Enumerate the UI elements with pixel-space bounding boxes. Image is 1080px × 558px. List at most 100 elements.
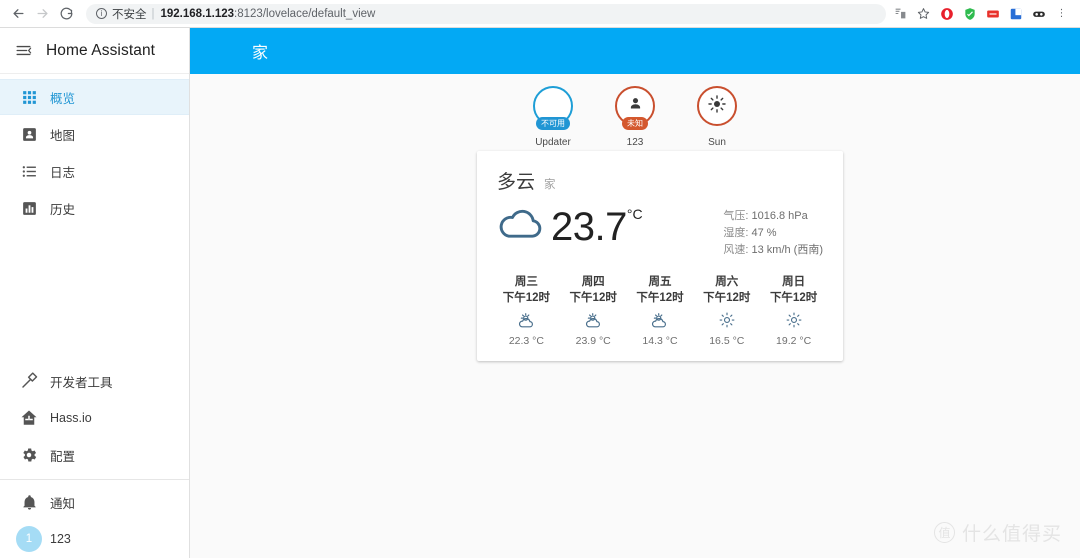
bookmark-star-icon[interactable]	[915, 5, 932, 22]
temperature-value: 23.7	[551, 204, 627, 249]
cloud-icon	[495, 204, 547, 249]
hammer-icon	[12, 372, 46, 390]
sunny-icon	[785, 310, 803, 330]
forecast-day: 周六	[715, 276, 739, 289]
extension-blue-icon[interactable]	[1007, 5, 1024, 22]
weather-card-main: 23.7 °C 气压: 1016.8 hPa 湿度: 47 % 风速: 13 k…	[493, 204, 827, 259]
view-title: 家	[252, 45, 269, 62]
app-bar: 家	[190, 28, 1080, 74]
forecast-item: 周三 下午12时 22.3 °C	[493, 275, 560, 347]
url-host: 192.168.1.123	[160, 7, 235, 20]
badge-sun[interactable]: Sun	[686, 86, 748, 148]
sidebar-item-label: Hass.io	[50, 411, 92, 425]
badge-label: Sun	[708, 137, 726, 148]
browser-menu-icon[interactable]: ⋮	[1053, 5, 1070, 22]
translate-icon[interactable]	[892, 5, 909, 22]
sidebar-item-label: 配置	[50, 449, 76, 464]
sidebar-item-label: 地图	[50, 128, 76, 143]
forecast-temp: 19.2 °C	[776, 335, 812, 348]
history-chart-icon	[12, 200, 46, 217]
forecast-day: 周日	[782, 276, 806, 289]
sidebar-item-label: 日志	[50, 165, 76, 180]
site-info-icon[interactable]: i	[96, 8, 107, 19]
sidebar-item-user[interactable]: 1 123	[0, 521, 189, 557]
sidebar-nav: 概览 地图 日志 历史	[0, 74, 189, 227]
sidebar-item-label: 开发者工具	[50, 375, 113, 390]
sidebar-item-label: 历史	[50, 202, 76, 217]
weather-condition: 多云	[497, 172, 536, 193]
app-title: Home Assistant	[46, 41, 156, 59]
sidebar-item-configuration[interactable]: 配置	[0, 437, 189, 473]
attribute-key: 气压	[723, 210, 746, 222]
badge-label: 123	[626, 137, 644, 148]
sidebar-item-map[interactable]: 地图	[0, 116, 189, 152]
partly-cloudy-icon	[584, 310, 603, 330]
sidebar-item-history[interactable]: 历史	[0, 190, 189, 226]
sidebar-bottom-nav: 开发者工具 Hass.io 配置 通知 1 123	[0, 362, 189, 558]
attribute-value: 47 %	[751, 227, 777, 240]
temperature-unit: °C	[626, 205, 643, 222]
sidebar-item-hassio[interactable]: Hass.io	[0, 400, 189, 436]
badge-row: 不可用 Updater 未知 123 Sun	[190, 74, 1080, 148]
sidebar-item-label: 概览	[50, 91, 76, 106]
weather-attributes: 气压: 1016.8 hPa 湿度: 47 % 风速: 13 km/h (西南)	[723, 204, 827, 259]
back-button[interactable]	[6, 2, 30, 26]
main-content: 家 不可用 Updater 未知 123 Sun 多云 家 23.7 °C 气压…	[190, 28, 1080, 558]
logbook-list-icon	[12, 163, 46, 180]
forecast-time: 下午12时	[569, 291, 617, 304]
badge-state: 不可用	[536, 117, 570, 130]
sidebar-item-notifications[interactable]: 通知	[0, 484, 189, 520]
hamburger-collapse-icon[interactable]	[0, 41, 46, 60]
badge-circle	[697, 86, 737, 126]
extension-red-icon[interactable]	[984, 5, 1001, 22]
forecast-day: 周三	[514, 276, 538, 289]
app-frame: Home Assistant 概览 地图 日志 历史 开发者工具 Hass.io…	[0, 28, 1080, 558]
weather-card[interactable]: 多云 家 23.7 °C 气压: 1016.8 hPa 湿度: 47 % 风速:…	[477, 151, 843, 362]
weather-card-header: 多云 家	[493, 167, 827, 194]
attribute-row: 气压: 1016.8 hPa	[723, 208, 823, 225]
forecast-temp: 23.9 °C	[575, 335, 611, 348]
weather-location: 家	[544, 179, 556, 191]
sidebar-item-overview[interactable]: 概览	[0, 79, 189, 115]
sidebar-header: Home Assistant	[0, 28, 189, 74]
sidebar-divider	[0, 479, 189, 480]
url-path: :8123/lovelace/default_view	[234, 7, 376, 20]
temperature-block: 23.7 °C	[493, 204, 643, 249]
insecure-label: 不安全	[112, 8, 147, 21]
sidebar: Home Assistant 概览 地图 日志 历史 开发者工具 Hass.io…	[0, 28, 190, 558]
forecast-time: 下午12时	[769, 291, 818, 304]
badge-label: Updater	[535, 137, 571, 148]
forecast-temp: 22.3 °C	[508, 335, 544, 348]
watermark-text: 什么值得买	[961, 524, 1062, 545]
forward-button[interactable]	[30, 2, 54, 26]
forecast-day: 周五	[648, 276, 672, 289]
badge-updater[interactable]: 不可用 Updater	[522, 86, 584, 148]
extension-dark-icon[interactable]	[1030, 5, 1047, 22]
forecast-item: 周五 下午12时 14.3 °C	[627, 275, 694, 347]
badge-person-123[interactable]: 未知 123	[604, 86, 666, 148]
reload-button[interactable]	[54, 2, 78, 26]
forecast-item: 周四 下午12时 23.9 °C	[560, 275, 627, 347]
attribute-key: 风速	[723, 244, 746, 257]
sidebar-user-label: 123	[50, 532, 71, 546]
extension-shield-icon[interactable]	[961, 5, 978, 22]
forecast-item: 周日 下午12时 19.2 °C	[760, 275, 827, 347]
address-bar[interactable]: i 不安全 | 192.168.1.123:8123/lovelace/defa…	[86, 3, 886, 24]
partly-cloudy-icon	[517, 310, 536, 330]
person-icon	[627, 95, 644, 117]
map-person-icon	[12, 126, 46, 143]
forecast-item: 周六 下午12时 16.5 °C	[693, 275, 760, 347]
extension-opera-icon[interactable]	[938, 5, 955, 22]
sidebar-item-logbook[interactable]: 日志	[0, 153, 189, 189]
watermark: 值 什么值得买	[933, 519, 1062, 546]
partly-cloudy-icon	[650, 310, 669, 330]
weather-forecast: 周三 下午12时 22.3 °C 周四 下午12时 23.9 °C 周五 下午1…	[493, 275, 827, 351]
gear-icon	[12, 446, 46, 464]
sunny-icon	[718, 310, 736, 330]
badge-circle: 未知	[615, 86, 655, 130]
browser-toolbar: i 不安全 | 192.168.1.123:8123/lovelace/defa…	[0, 0, 1080, 28]
watermark-mark: 值	[933, 522, 955, 543]
lovelace-view: 不可用 Updater 未知 123 Sun 多云 家 23.7 °C 气压: …	[190, 74, 1080, 558]
badge-circle: 不可用	[533, 86, 573, 130]
sidebar-item-developer-tools[interactable]: 开发者工具	[0, 363, 189, 399]
